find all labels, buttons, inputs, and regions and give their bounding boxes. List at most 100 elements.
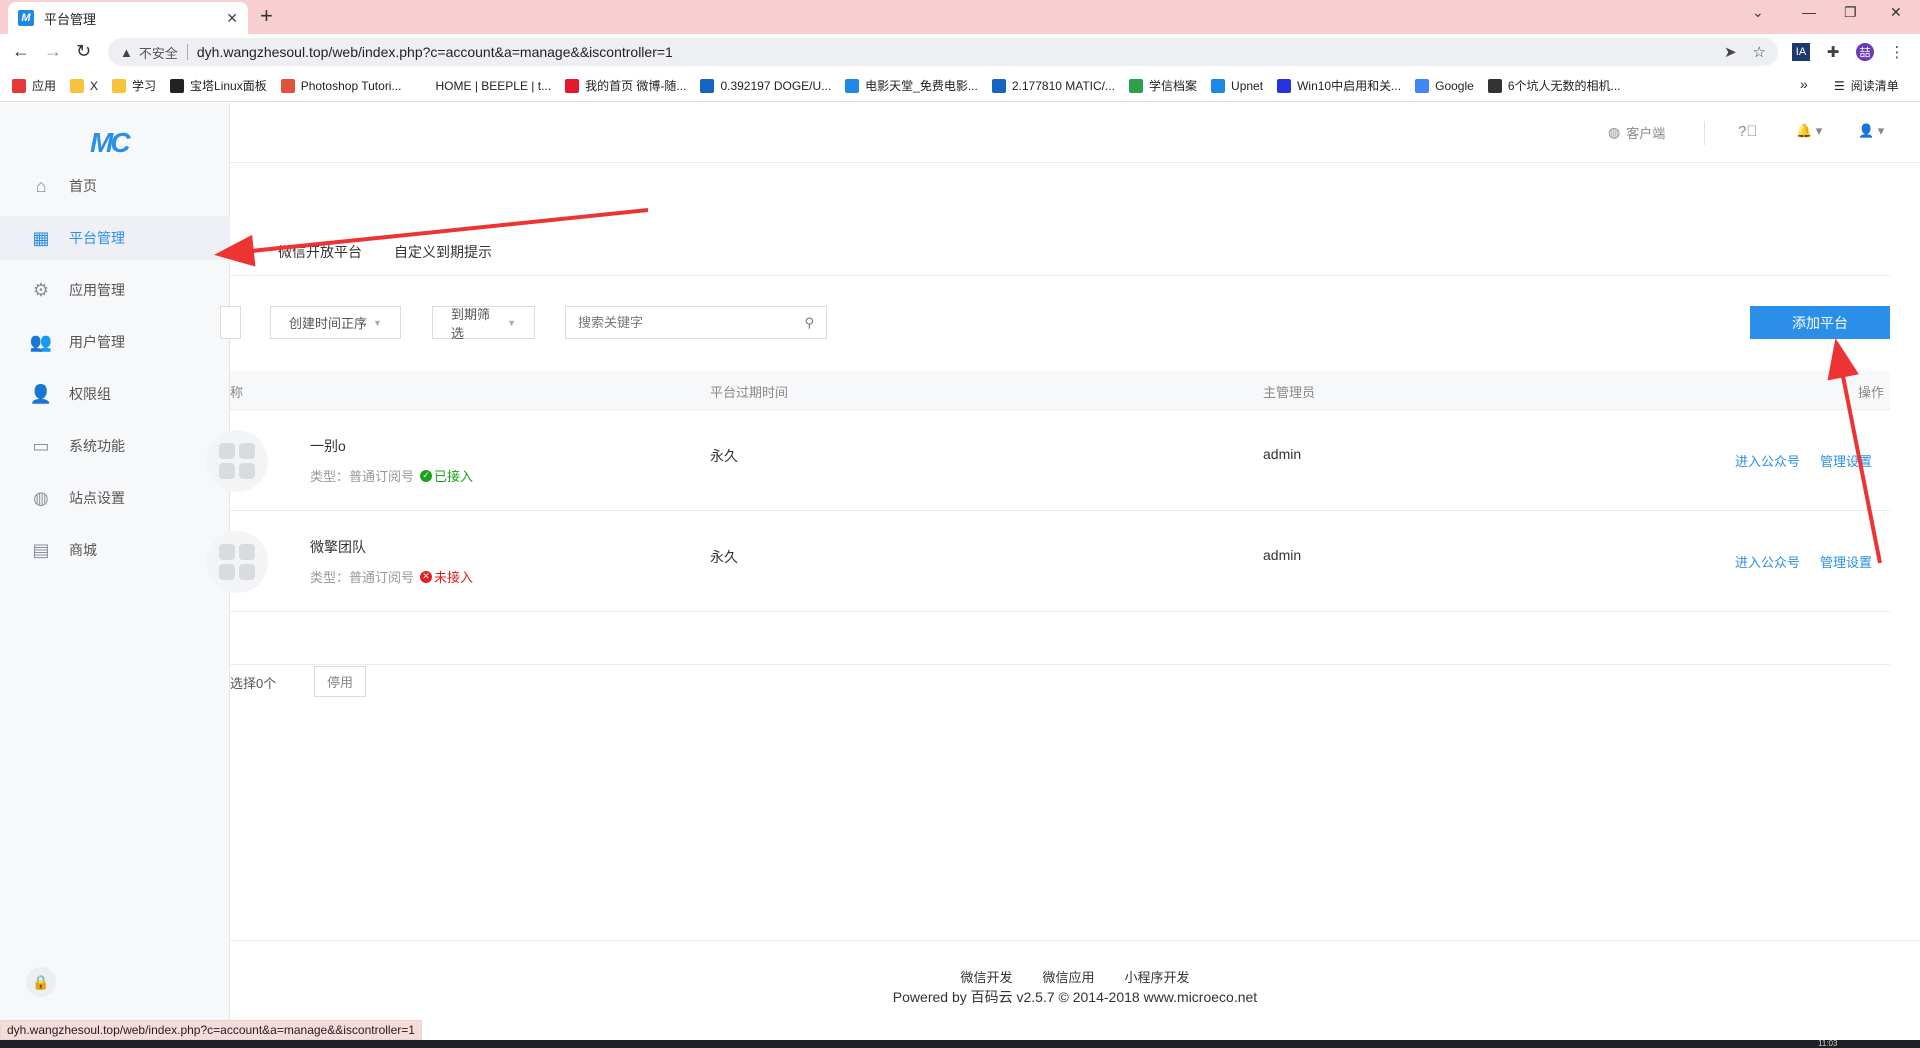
bookmark-item[interactable]: 宝塔Linux面板 xyxy=(170,77,267,94)
type-prefix: 类型： xyxy=(310,469,350,484)
search-icon[interactable]: ⚲ xyxy=(804,315,814,331)
back-icon[interactable]: ← xyxy=(12,40,30,62)
top-header: ◍ 客户端 ?⃝ 🔔 ▾ 👤 ▾ xyxy=(230,103,1920,163)
store-icon: ▤ xyxy=(32,539,50,560)
sidebar-item-1[interactable]: ▦ 平台管理 xyxy=(0,216,230,260)
bookmark-item[interactable]: Photoshop Tutori... xyxy=(280,78,402,93)
profile-avatar-icon[interactable]: 喆 xyxy=(1856,43,1874,61)
col-name: 称 xyxy=(230,385,244,400)
send-icon[interactable]: ➤ xyxy=(1724,43,1737,61)
sort-select[interactable]: 创建时间正序 ▼ xyxy=(270,306,401,339)
ia-extension-icon[interactable]: IA xyxy=(1792,43,1810,61)
browser-menu-icon[interactable]: ⋮ xyxy=(1888,43,1906,61)
expire-cell: 永久 xyxy=(710,549,738,565)
enter-account-link[interactable]: 进入公众号 xyxy=(1735,552,1800,571)
bookmark-item[interactable]: 2.177810 MATIC/... xyxy=(991,78,1116,93)
sidebar-item-label: 用户管理 xyxy=(69,334,125,350)
footer-link-wechat-dev[interactable]: 微信开发 xyxy=(960,967,1012,986)
upnet-icon xyxy=(1211,78,1226,93)
help-icon[interactable]: ?⃝ xyxy=(1738,123,1758,140)
forward-icon[interactable]: → xyxy=(44,40,62,62)
status-badge: ✓ 已接入 xyxy=(420,466,473,485)
browser-tab[interactable]: M 平台管理 ✕ xyxy=(8,2,248,34)
search-input[interactable] xyxy=(578,315,805,330)
enter-account-link[interactable]: 进入公众号 xyxy=(1735,451,1800,470)
bookmark-item[interactable]: 6个坑人无数的相机... xyxy=(1487,77,1621,94)
notification-bell-icon[interactable]: 🔔 ▾ xyxy=(1796,123,1822,139)
expire-filter-label: 到期筛选 xyxy=(451,306,491,341)
sidebar-item-3[interactable]: 👥 用户管理 xyxy=(0,320,230,364)
reading-list[interactable]: ☰ 阅读清单 xyxy=(1834,77,1899,94)
bookmark-item[interactable]: 学信档案 xyxy=(1129,77,1197,94)
disable-button[interactable]: 停用 xyxy=(314,666,366,697)
warning-icon[interactable]: ▲ xyxy=(120,45,133,60)
sidebar-item-label: 系统功能 xyxy=(69,438,125,454)
add-platform-button[interactable]: 添加平台 xyxy=(1750,306,1890,339)
admin-cell: admin xyxy=(1263,547,1302,563)
search-box: ⚲ xyxy=(565,306,827,339)
chevron-down-icon: ▼ xyxy=(373,317,382,328)
type-filter-select[interactable] xyxy=(220,306,241,339)
url-text[interactable]: dyh.wangzhesoul.top/web/index.php?c=acco… xyxy=(197,44,1708,60)
sidebar-item-4[interactable]: 👤 权限组 xyxy=(0,372,230,416)
bookmark-item[interactable]: Win10中启用和关... xyxy=(1277,77,1401,94)
bookmark-label: 2.177810 MATIC/... xyxy=(1011,78,1116,93)
admin-cell: admin xyxy=(1263,446,1302,462)
lock-icon[interactable]: 🔒 xyxy=(26,967,56,997)
bookmark-label: 学信档案 xyxy=(1149,79,1198,93)
client-link[interactable]: ◍ 客户端 xyxy=(1608,123,1665,142)
bookmark-item[interactable]: 0.392197 DOGE/U... xyxy=(700,78,831,93)
sidebar-item-0[interactable]: ⌂ 首页 xyxy=(0,164,230,208)
bookmarks-overflow-icon[interactable]: » xyxy=(1800,76,1808,92)
footer-link-wechat-apps[interactable]: 微信应用 xyxy=(1042,967,1094,986)
sidebar-item-7[interactable]: ▤ 商城 xyxy=(0,528,230,572)
photoshop-icon xyxy=(280,78,295,93)
globe-icon: ◍ xyxy=(1608,124,1621,140)
bookmark-item[interactable]: HOME | BEEPLE | t... xyxy=(415,78,551,93)
users-icon: 👥 xyxy=(29,331,53,352)
bookmark-item[interactable]: Upnet xyxy=(1211,78,1263,93)
window-close-icon[interactable]: ✕ xyxy=(1890,4,1902,21)
tab-close-icon[interactable]: ✕ xyxy=(226,10,238,27)
bulk-action-bar: 选择0个 停用 xyxy=(230,664,1890,704)
omnibox-divider xyxy=(186,44,188,60)
table-row: 一别o 类型： 普通订阅号 ✓ 已接入 永久 admin 进入公众号 管理设置 xyxy=(206,410,1890,511)
bookmark-item[interactable]: 我的首页 微博-随... xyxy=(565,77,686,94)
footer-link-miniprogram[interactable]: 小程序开发 xyxy=(1125,967,1190,986)
sidebar-item-label: 平台管理 xyxy=(69,230,125,246)
tab-custom-expiry-notice[interactable]: 自定义到期提示 xyxy=(394,242,492,262)
manage-settings-link[interactable]: 管理设置 xyxy=(1820,451,1872,470)
minimize-icon[interactable]: — xyxy=(1802,4,1816,20)
address-bar[interactable]: ▲ 不安全 dyh.wangzhesoul.top/web/index.php?… xyxy=(108,38,1778,66)
platform-grid-icon: ▦ xyxy=(32,227,50,248)
bookmark-star-icon[interactable]: ☆ xyxy=(1753,43,1766,61)
monitor-icon: ▭ xyxy=(32,435,50,456)
tab-wechat-open-platform[interactable]: 微信开放平台 xyxy=(278,242,362,262)
bookmark-item[interactable]: X xyxy=(70,78,98,93)
account-avatar xyxy=(206,531,268,593)
bookmark-item[interactable]: 学习 xyxy=(112,77,156,94)
reload-icon[interactable]: ↻ xyxy=(76,40,91,62)
restore-icon[interactable]: ❐ xyxy=(1844,4,1857,21)
site-logo[interactable]: MC xyxy=(90,127,140,159)
manage-settings-link[interactable]: 管理设置 xyxy=(1820,552,1872,571)
user-menu-icon[interactable]: 👤 ▾ xyxy=(1858,123,1884,139)
sidebar-item-2[interactable]: ⚙ 应用管理 xyxy=(0,268,230,312)
new-tab-button[interactable]: + xyxy=(260,5,273,27)
account-avatar xyxy=(206,430,268,492)
expire-filter-select[interactable]: 到期筛选 ▼ xyxy=(432,306,535,341)
sidebar-item-5[interactable]: ▭ 系统功能 xyxy=(0,424,230,468)
bookmark-label: 我的首页 微博-随... xyxy=(585,79,687,93)
tab-search-chevron-icon[interactable]: ⌄ xyxy=(1752,4,1764,21)
bookmark-item[interactable]: Google xyxy=(1415,78,1474,93)
insecure-label[interactable]: 不安全 xyxy=(139,43,178,62)
taskbar-clock: 11:03 xyxy=(1818,1039,1838,1048)
bookmark-item[interactable]: 电影天堂_免费电影... xyxy=(845,77,978,94)
bookmark-label: Photoshop Tutori... xyxy=(300,78,402,93)
sidebar-item-6[interactable]: ◍ 站点设置 xyxy=(0,476,230,520)
bookmark-item[interactable]: 应用 xyxy=(12,77,56,94)
home-icon: ⌂ xyxy=(35,175,47,196)
status-text: 未接入 xyxy=(434,570,474,585)
extensions-puzzle-icon[interactable]: ✚ xyxy=(1824,43,1842,61)
col-admin: 主管理员 xyxy=(1263,385,1316,400)
